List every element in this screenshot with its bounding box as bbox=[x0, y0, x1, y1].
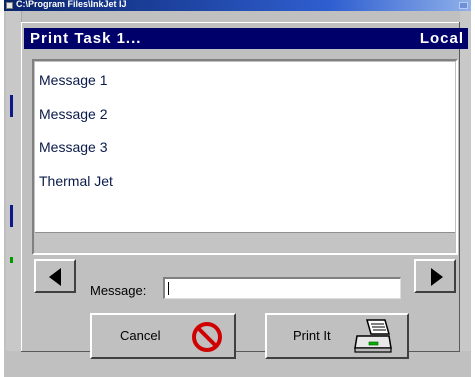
cancel-button[interactable]: Cancel bbox=[90, 313, 236, 359]
right-arrow-icon bbox=[431, 268, 443, 286]
window-title: C:\Program Files\InkJet IJ bbox=[16, 0, 127, 9]
left-strip-marker bbox=[10, 95, 13, 117]
text-caret bbox=[168, 282, 169, 295]
message-list[interactable]: Message 1 Message 2 Message 3 Thermal Je… bbox=[35, 62, 455, 232]
left-strip-marker bbox=[10, 205, 13, 227]
printer-icon bbox=[354, 319, 392, 353]
list-scrollbar[interactable] bbox=[35, 232, 455, 252]
window-title-bar: C:\Program Files\InkJet IJ bbox=[4, 0, 471, 11]
cancel-button-label: Cancel bbox=[120, 328, 161, 343]
print-it-button-label: Print It bbox=[293, 328, 331, 343]
right-background-strip bbox=[460, 11, 471, 351]
previous-button[interactable] bbox=[34, 259, 76, 293]
list-item-thermal-jet[interactable]: Thermal Jet bbox=[39, 173, 113, 189]
list-item-message-3[interactable]: Message 3 bbox=[39, 139, 107, 155]
list-item-message-2[interactable]: Message 2 bbox=[39, 106, 107, 122]
window-control-button[interactable] bbox=[459, 2, 468, 9]
message-field-label: Message: bbox=[90, 283, 147, 298]
print-it-button[interactable]: Print It bbox=[265, 313, 409, 359]
dialog-title: Print Task 1... bbox=[30, 30, 142, 47]
next-button[interactable] bbox=[414, 259, 456, 293]
left-strip-marker-green bbox=[10, 257, 13, 263]
left-arrow-icon bbox=[49, 268, 61, 286]
dialog-header: Print Task 1... Local bbox=[24, 28, 468, 49]
no-symbol-icon bbox=[192, 322, 222, 352]
message-input[interactable] bbox=[163, 277, 401, 299]
dialog-location: Local bbox=[419, 30, 464, 47]
list-item-message-1[interactable]: Message 1 bbox=[39, 72, 107, 88]
app-icon bbox=[6, 2, 13, 9]
left-background-strip bbox=[6, 11, 22, 351]
